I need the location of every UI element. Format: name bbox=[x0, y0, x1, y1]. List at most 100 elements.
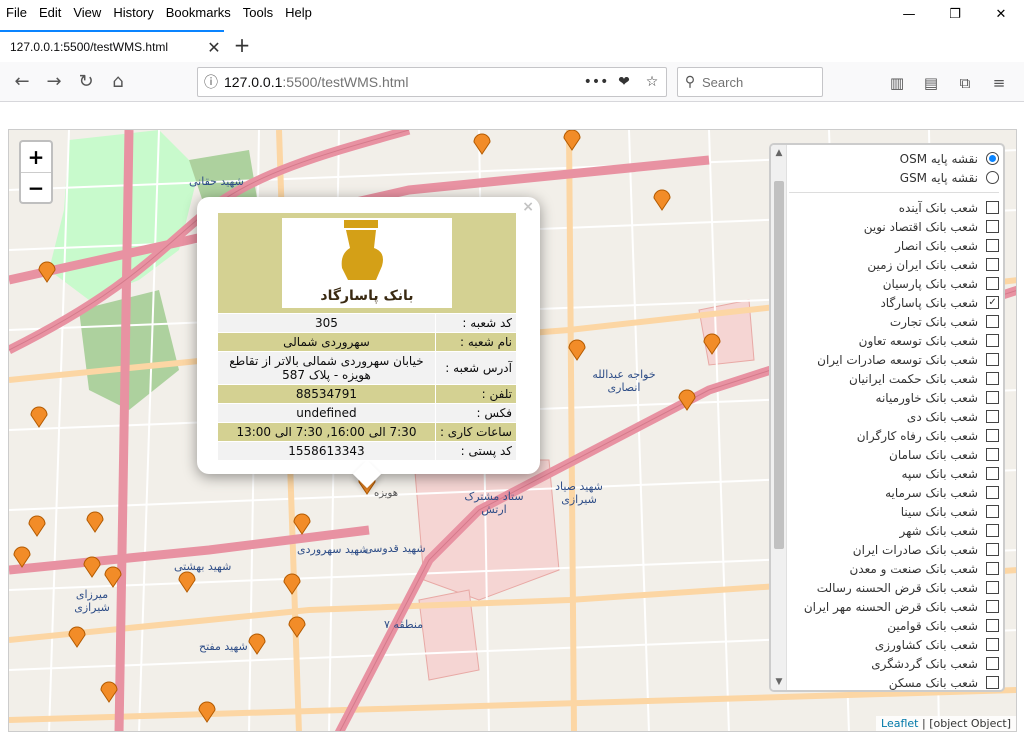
branch-code-value: 305 bbox=[217, 313, 436, 333]
overlay-layer-item[interactable]: شعب بانک کشاورزی bbox=[789, 635, 999, 654]
overlay-checkbox[interactable] bbox=[986, 334, 999, 347]
overlay-layer-label: شعب بانک پاسارگاد bbox=[880, 295, 978, 310]
new-tab-button[interactable]: + bbox=[230, 32, 254, 58]
overlay-checkbox[interactable] bbox=[986, 201, 999, 214]
overlay-checkbox[interactable]: ✓ bbox=[986, 296, 999, 309]
overlay-checkbox[interactable] bbox=[986, 638, 999, 651]
scroll-up-icon[interactable]: ▲ bbox=[771, 145, 787, 161]
overlay-layer-item[interactable]: شعب بانک قرض الحسنه مهر ایران bbox=[789, 597, 999, 616]
overlay-checkbox[interactable] bbox=[986, 543, 999, 556]
overlay-checkbox[interactable] bbox=[986, 581, 999, 594]
overlay-layer-item[interactable]: شعب بانک سپه bbox=[789, 464, 999, 483]
overlay-checkbox[interactable] bbox=[986, 353, 999, 366]
overlay-checkbox[interactable] bbox=[986, 277, 999, 290]
overlay-layer-item[interactable]: شعب بانک گردشگری bbox=[789, 654, 999, 673]
tab-close-icon[interactable]: ✕ bbox=[204, 38, 224, 57]
overlay-layer-item[interactable]: شعب بانک رفاه کارگران bbox=[789, 426, 999, 445]
overlay-layer-item[interactable]: شعب بانک توسعه تعاون bbox=[789, 331, 999, 350]
menu-tools[interactable]: Tools bbox=[237, 5, 279, 20]
library-icon[interactable]: ▥ bbox=[880, 67, 914, 99]
zoom-in-button[interactable]: + bbox=[21, 142, 51, 172]
overlay-layer-item[interactable]: ✓ شعب بانک پاسارگاد bbox=[789, 293, 999, 312]
menu-edit[interactable]: Edit bbox=[33, 5, 67, 20]
menu-file[interactable]: File bbox=[0, 5, 33, 20]
forward-icon[interactable]: → bbox=[38, 66, 70, 98]
sync-icon[interactable]: ⧉ bbox=[948, 67, 982, 99]
search-input[interactable]: ⚲ Search bbox=[677, 67, 823, 97]
overlay-layer-item[interactable]: شعب بانک خاورمیانه bbox=[789, 388, 999, 407]
restore-button[interactable]: ❐ bbox=[932, 0, 978, 28]
overlay-layer-item[interactable]: شعب بانک سرمایه bbox=[789, 483, 999, 502]
overlay-checkbox[interactable] bbox=[986, 315, 999, 328]
overlay-checkbox[interactable] bbox=[986, 676, 999, 689]
overlay-checkbox[interactable] bbox=[986, 467, 999, 480]
leaflet-link[interactable]: Leaflet bbox=[881, 717, 918, 730]
overlay-layer-item[interactable]: شعب بانک دی bbox=[789, 407, 999, 426]
overlay-layer-item[interactable]: شعب بانک انصار bbox=[789, 236, 999, 255]
overlay-layer-label: شعب بانک توسعه صادرات ایران bbox=[817, 352, 978, 367]
overlay-layer-item[interactable]: شعب بانک حکمت ایرانیان bbox=[789, 369, 999, 388]
overlay-checkbox[interactable] bbox=[986, 220, 999, 233]
menu-history[interactable]: History bbox=[107, 5, 159, 20]
overlay-checkbox[interactable] bbox=[986, 429, 999, 442]
layer-scrollbar[interactable]: ▲ ▼ bbox=[771, 145, 787, 690]
minimize-button[interactable]: — bbox=[886, 0, 932, 28]
base-layer-label: نقشه پایه OSM bbox=[899, 151, 978, 166]
scroll-down-icon[interactable]: ▼ bbox=[771, 674, 787, 690]
radio-gsm[interactable] bbox=[986, 171, 999, 184]
overlay-checkbox[interactable] bbox=[986, 524, 999, 537]
pocket-icon[interactable]: ❤ bbox=[610, 74, 638, 90]
overlay-layer-item[interactable]: شعب بانک مسکن bbox=[789, 673, 999, 690]
overlay-checkbox[interactable] bbox=[986, 562, 999, 575]
url-bar[interactable]: ⓘ 127.0.0.1:5500/testWMS.html ••• ❤ ☆ bbox=[197, 67, 667, 97]
overlay-layer-item[interactable]: شعب بانک قوامین bbox=[789, 616, 999, 635]
zoom-out-button[interactable]: − bbox=[21, 172, 51, 202]
overlay-layer-item[interactable]: شعب بانک صادرات ایران bbox=[789, 540, 999, 559]
overlay-checkbox[interactable] bbox=[986, 410, 999, 423]
overlay-layer-item[interactable]: شعب بانک ایران زمین bbox=[789, 255, 999, 274]
map-label: ستاد مشترک ارتش bbox=[464, 490, 524, 516]
overlay-checkbox[interactable] bbox=[986, 391, 999, 404]
overlay-layer-item[interactable]: شعب بانک اقتصاد نوین bbox=[789, 217, 999, 236]
overlay-layer-item[interactable]: شعب بانک پارسیان bbox=[789, 274, 999, 293]
overlay-layer-item[interactable]: شعب بانک تجارت bbox=[789, 312, 999, 331]
overlay-layer-item[interactable]: شعب بانک سینا bbox=[789, 502, 999, 521]
base-layer-osm[interactable]: نقشه پایه OSM bbox=[789, 149, 999, 168]
map-label: شهید صیاد شیرازی bbox=[555, 480, 603, 506]
overlay-checkbox[interactable] bbox=[986, 448, 999, 461]
close-window-button[interactable]: ✕ bbox=[978, 0, 1024, 28]
info-icon[interactable]: ⓘ bbox=[198, 72, 224, 92]
menu-help[interactable]: Help bbox=[279, 5, 318, 20]
base-layer-gsm[interactable]: نقشه پایه GSM bbox=[789, 168, 999, 187]
overlay-checkbox[interactable] bbox=[986, 505, 999, 518]
overlay-checkbox[interactable] bbox=[986, 619, 999, 632]
overlay-layer-item[interactable]: شعب بانک صنعت و معدن bbox=[789, 559, 999, 578]
back-icon[interactable]: ← bbox=[6, 66, 38, 98]
overlay-checkbox[interactable] bbox=[986, 258, 999, 271]
radio-osm[interactable] bbox=[986, 152, 999, 165]
overlay-checkbox[interactable] bbox=[986, 600, 999, 613]
overlay-layer-item[interactable]: شعب بانک شهر bbox=[789, 521, 999, 540]
reload-icon[interactable]: ↻ bbox=[70, 66, 102, 98]
overlay-layer-item[interactable]: شعب بانک آینده bbox=[789, 198, 999, 217]
overlay-layer-item[interactable]: شعب بانک قرض الحسنه رسالت bbox=[789, 578, 999, 597]
home-icon[interactable]: ⌂ bbox=[102, 66, 134, 98]
branch-address-label: آدرس شعبه : bbox=[434, 351, 518, 385]
page-actions-icon[interactable]: ••• bbox=[582, 74, 610, 90]
overlay-layer-item[interactable]: شعب بانک سامان bbox=[789, 445, 999, 464]
url-text[interactable]: 127.0.0.1:5500/testWMS.html bbox=[224, 74, 582, 90]
overlay-checkbox[interactable] bbox=[986, 486, 999, 499]
overlay-checkbox[interactable] bbox=[986, 372, 999, 385]
overlay-layer-item[interactable]: شعب بانک توسعه صادرات ایران bbox=[789, 350, 999, 369]
overlay-checkbox[interactable] bbox=[986, 657, 999, 670]
scroll-thumb[interactable] bbox=[774, 181, 784, 549]
popup-close-icon[interactable]: × bbox=[522, 199, 534, 215]
bookmark-star-icon[interactable]: ☆ bbox=[638, 74, 666, 90]
overlay-checkbox[interactable] bbox=[986, 239, 999, 252]
tab-active[interactable]: 127.0.0.1:5500/testWMS.html ✕ bbox=[0, 30, 224, 62]
menu-bookmarks[interactable]: Bookmarks bbox=[160, 5, 237, 20]
overlay-layer-label: شعب بانک قرض الحسنه رسالت bbox=[816, 580, 978, 595]
sidebar-icon[interactable]: ▤ bbox=[914, 67, 948, 99]
menu-view[interactable]: View bbox=[67, 5, 107, 20]
hamburger-menu-icon[interactable]: ≡ bbox=[982, 67, 1016, 99]
